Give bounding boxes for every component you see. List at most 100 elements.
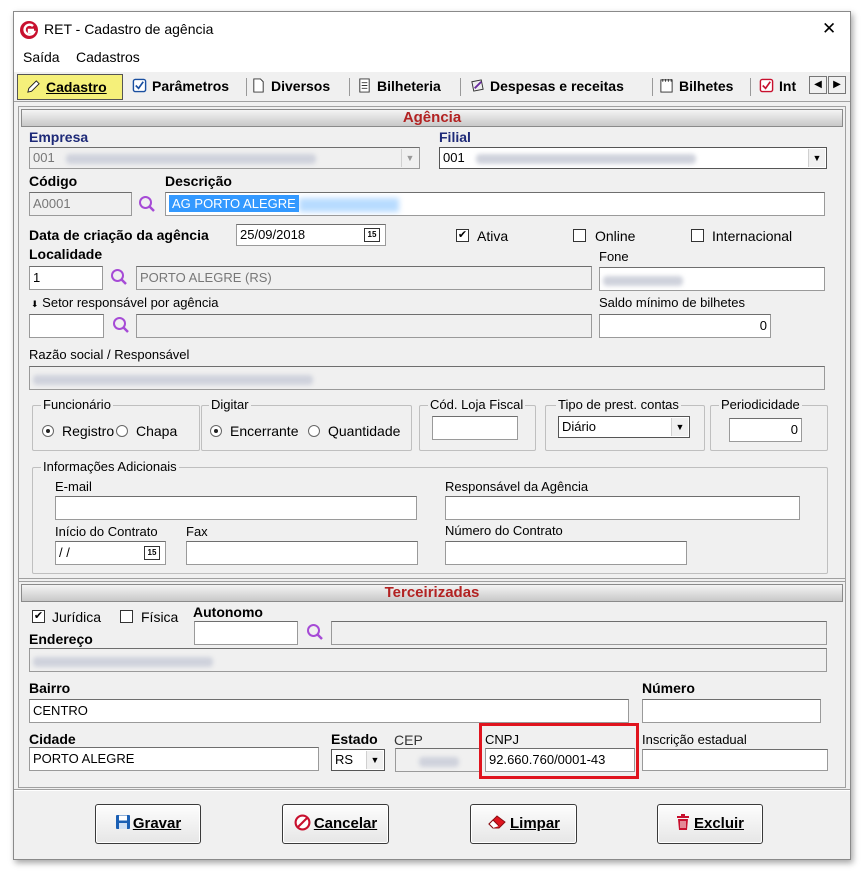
- inicio-contrato-field[interactable]: / / 15: [55, 541, 166, 565]
- window: RET - Cadastro de agência ✕ Saída Cadast…: [13, 11, 851, 860]
- excluir-label: Excluir: [693, 815, 745, 832]
- tab-scroll-right-button[interactable]: ▶: [828, 76, 846, 94]
- setor-code-field[interactable]: [29, 314, 104, 338]
- autonomo-name-field: [331, 621, 827, 645]
- fone-label: Fone: [599, 249, 629, 264]
- tab-int[interactable]: Int: [759, 74, 809, 100]
- separator: [14, 789, 850, 791]
- menu-cadastros[interactable]: Cadastros: [76, 49, 140, 65]
- chevron-down-icon[interactable]: ▼: [366, 751, 383, 769]
- responsavel-agencia-field[interactable]: [445, 496, 800, 520]
- fax-field[interactable]: [186, 541, 418, 565]
- excluir-button[interactable]: Excluir: [657, 804, 763, 844]
- tipo-prest-title: Tipo de prest. contas: [556, 397, 681, 412]
- cancelar-label: Cancelar: [313, 815, 378, 832]
- codigo-label: Código: [29, 173, 78, 189]
- numero-field[interactable]: [642, 699, 821, 723]
- tab-label: Int: [779, 78, 797, 94]
- localidade-name-field: PORTO ALEGRE (RS): [136, 266, 592, 290]
- tipo-prest-value: Diário: [562, 419, 596, 434]
- tab-scroll-left-button[interactable]: ◀: [809, 76, 827, 94]
- filial-value: 001: [443, 150, 465, 165]
- gravar-button[interactable]: Gravar: [95, 804, 201, 844]
- limpar-button[interactable]: Limpar: [470, 804, 577, 844]
- search-icon[interactable]: [110, 268, 128, 286]
- cep-field: [395, 748, 480, 772]
- tab-label: Diversos: [271, 78, 331, 94]
- bairro-label: Bairro: [29, 680, 71, 696]
- info-adicionais-group: Informações Adicionais E-mail Responsáve…: [32, 459, 828, 574]
- chevron-down-icon[interactable]: ▼: [401, 149, 418, 167]
- periodicidade-group: Periodicidade 0: [710, 397, 828, 451]
- periodicidade-field[interactable]: 0: [729, 418, 802, 442]
- tab-despesas-receitas[interactable]: Despesas e receitas: [470, 74, 650, 100]
- document-lines-icon: [359, 78, 370, 93]
- tab-bilhetes[interactable]: Bilhetes: [659, 74, 747, 100]
- tab-bilheteria[interactable]: Bilheteria: [357, 74, 457, 100]
- tab-label: Cadastro: [46, 79, 107, 95]
- info-adicionais-title: Informações Adicionais: [41, 459, 179, 474]
- eraser-icon: [488, 815, 506, 829]
- quantidade-label: Quantidade: [328, 423, 401, 439]
- bairro-field[interactable]: CENTRO: [29, 699, 629, 723]
- descricao-value: AG PORTO ALEGRE: [169, 195, 299, 212]
- quantidade-radio[interactable]: [308, 425, 320, 437]
- descricao-field[interactable]: AG PORTO ALEGRE: [165, 192, 825, 216]
- chapa-radio[interactable]: [116, 425, 128, 437]
- fisica-checkbox[interactable]: [120, 610, 133, 623]
- cod-loja-fiscal-title: Cód. Loja Fiscal: [428, 397, 526, 412]
- ativa-checkbox[interactable]: ✔: [456, 229, 469, 242]
- funcionario-group: Funcionário Registro Chapa: [32, 397, 200, 451]
- tab-parametros[interactable]: Parâmetros: [132, 74, 244, 100]
- autonomo-code-field[interactable]: [194, 621, 298, 645]
- tipo-prest-group: Tipo de prest. contas Diário ▼: [545, 397, 705, 451]
- encerrante-radio[interactable]: [210, 425, 222, 437]
- cod-loja-fiscal-field[interactable]: [432, 416, 518, 440]
- save-icon: [115, 815, 130, 829]
- internacional-checkbox[interactable]: [691, 229, 704, 242]
- estado-label: Estado: [331, 731, 378, 747]
- cod-loja-fiscal-group: Cód. Loja Fiscal: [419, 397, 536, 451]
- codigo-field[interactable]: A0001: [29, 192, 132, 216]
- registro-radio[interactable]: [42, 425, 54, 437]
- close-icon[interactable]: ✕: [822, 19, 836, 39]
- fisica-label: Física: [141, 609, 179, 625]
- search-icon[interactable]: [138, 195, 156, 213]
- cep-label: CEP: [394, 732, 423, 748]
- estado-value: RS: [335, 752, 354, 767]
- inscricao-field[interactable]: [642, 749, 828, 771]
- cancelar-button[interactable]: Cancelar: [282, 804, 389, 844]
- chevron-down-icon[interactable]: ▼: [808, 149, 825, 167]
- pencil-icon: [27, 80, 40, 93]
- cidade-field[interactable]: PORTO ALEGRE: [29, 747, 319, 771]
- tab-cadastro[interactable]: Cadastro: [17, 74, 123, 100]
- notepad-icon: [660, 78, 673, 93]
- cancel-icon: [294, 814, 311, 831]
- saldo-minimo-field[interactable]: 0: [599, 314, 771, 338]
- chevron-down-icon[interactable]: ▼: [671, 418, 688, 436]
- calendar-icon[interactable]: 15: [364, 228, 380, 242]
- terceirizadas-section-header: Terceirizadas: [21, 584, 843, 602]
- gravar-label: Gravar: [132, 815, 182, 832]
- email-field[interactable]: [55, 496, 417, 520]
- search-icon[interactable]: [112, 316, 130, 334]
- razao-social-field: [29, 366, 825, 390]
- empresa-combo[interactable]: 001 ▼: [29, 147, 420, 169]
- online-checkbox[interactable]: [573, 229, 586, 242]
- setor-label-text: Setor responsável por agência: [42, 295, 219, 310]
- calendar-icon[interactable]: 15: [144, 546, 160, 560]
- numero-contrato-field[interactable]: [445, 541, 687, 565]
- tab-diversos[interactable]: Diversos: [251, 74, 347, 100]
- menu-saida[interactable]: Saída: [23, 49, 60, 65]
- localidade-code-field[interactable]: 1: [29, 266, 103, 290]
- window-title: RET - Cadastro de agência: [44, 21, 214, 37]
- juridica-checkbox[interactable]: ✔: [32, 610, 45, 623]
- search-icon[interactable]: [306, 623, 324, 641]
- tipo-prest-combo[interactable]: Diário ▼: [558, 416, 690, 438]
- data-criacao-field[interactable]: 25/09/2018 15: [236, 224, 386, 246]
- fone-field[interactable]: [599, 267, 825, 291]
- filial-combo[interactable]: 001 ▼: [439, 147, 827, 169]
- inicio-contrato-value: / /: [59, 545, 70, 560]
- estado-combo[interactable]: RS ▼: [331, 749, 385, 771]
- inicio-contrato-label: Início do Contrato: [55, 524, 158, 539]
